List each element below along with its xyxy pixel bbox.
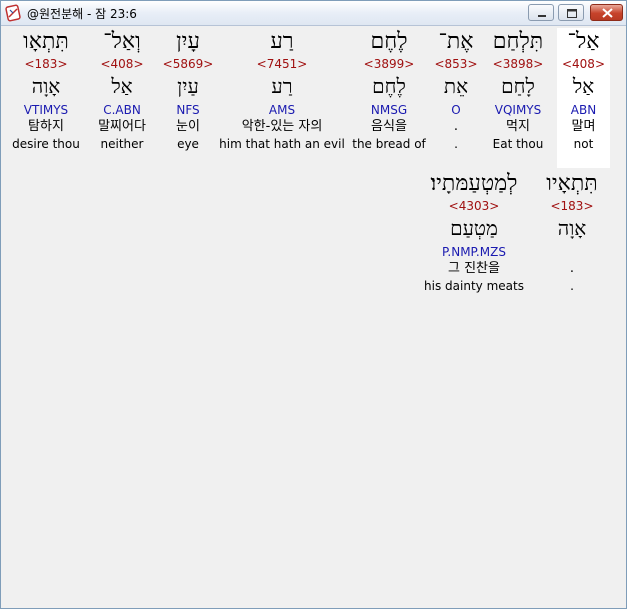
hebrew-word: לְמַטְעַמּתָיו׃ — [430, 171, 518, 196]
hebrew-lemma: אַל — [111, 74, 133, 98]
hebrew-word: עָיִן — [176, 29, 200, 54]
strong-number[interactable]: <7451> — [219, 56, 345, 72]
hebrew-word: תִּלְחַם — [492, 29, 544, 54]
morphology-code: O — [451, 103, 461, 117]
english-gloss: Eat thou — [492, 137, 544, 151]
hebrew-lemma: לָחַם — [501, 74, 535, 98]
hebrew-lemma: אֵת — [443, 74, 469, 98]
interlinear-view: אַל־ <408> אַל ABN 말며 not תִּלְחַם <3898… — [1, 26, 626, 608]
english-gloss: desire thou — [12, 137, 80, 151]
morphology-code: VQIMYS — [494, 103, 542, 117]
korean-gloss: . — [569, 261, 575, 276]
morphology-code: NFS — [176, 103, 200, 117]
korean-gloss: 탐하지 — [28, 119, 64, 134]
english-gloss: neither — [100, 137, 144, 151]
morphology-code: AMS — [268, 103, 296, 117]
strong-number[interactable]: <183> — [11, 56, 81, 72]
hebrew-word: רַע — [270, 29, 294, 54]
morphology-code: NMSG — [370, 103, 408, 117]
word-column[interactable]: תִּתְאָיו <183> אָוָה . . — [537, 170, 607, 294]
word-column[interactable]: לְמַטְעַמּתָיו׃ <4303> מַטְעַם P.NMP.MZS… — [419, 170, 529, 294]
word-column[interactable]: לֶחֶם <3899> לֶחֶם NMSG 음식을 the bread of — [351, 28, 427, 152]
korean-gloss: 눈이 — [176, 119, 200, 134]
korean-gloss: 말며 — [571, 119, 596, 134]
hebrew-lemma: אַל — [572, 74, 595, 98]
english-gloss: . — [570, 279, 574, 293]
word-column[interactable]: אֶת־ <853> אֵת O . . — [431, 28, 481, 152]
strong-number[interactable]: <3899> — [351, 56, 427, 72]
bible-book-icon[interactable] — [4, 4, 22, 22]
english-gloss: his dainty meats — [424, 279, 524, 293]
window-title: @원전분해 - 잠 23:6 — [27, 7, 137, 21]
hebrew-lemma: אָוָה — [557, 216, 587, 240]
hebrew-lemma: אָוָה — [31, 74, 61, 98]
strong-number[interactable]: <183> — [537, 198, 607, 214]
hebrew-lemma: עַיִן — [177, 74, 199, 98]
word-column[interactable]: עָיִן <5869> עַיִן NFS 눈이 eye — [161, 28, 215, 152]
morphology-code — [537, 244, 607, 260]
hebrew-lemma: רַע — [271, 74, 293, 98]
morphology-code: VTIMYS — [23, 103, 69, 117]
minimize-icon — [538, 15, 546, 17]
maximize-icon — [567, 9, 577, 18]
strong-number[interactable]: <408> — [89, 56, 155, 72]
morphology-code: P.NMP.MZS — [442, 245, 506, 259]
hebrew-lemma: לֶחֶם — [372, 74, 406, 98]
strong-number[interactable]: <4303> — [419, 198, 529, 214]
korean-gloss: . — [453, 119, 459, 134]
morphology-code: C.ABN — [103, 103, 141, 117]
english-gloss: him that hath an evil — [219, 137, 345, 151]
close-icon — [602, 8, 613, 18]
morphology-code: ABN — [570, 103, 597, 117]
word-column[interactable]: תִּלְחַם <3898> לָחַם VQIMYS 먹지 Eat thou — [487, 28, 549, 152]
english-gloss: not — [573, 137, 594, 151]
korean-gloss: 말찌어다 — [98, 119, 146, 134]
strong-number[interactable]: <5869> — [161, 56, 215, 72]
word-column[interactable]: תִּתְאָו <183> אָוָה VTIMYS 탐하지 desire t… — [11, 28, 81, 152]
strong-number[interactable]: <853> — [431, 56, 481, 72]
english-gloss: the bread of — [352, 137, 426, 151]
korean-gloss: 악한-있는 자의 — [241, 119, 323, 134]
english-gloss: . — [454, 137, 458, 151]
hebrew-word: אַל־ — [567, 29, 600, 54]
maximize-button[interactable] — [558, 4, 584, 21]
hebrew-word: אֶת־ — [438, 29, 474, 54]
hebrew-word: לֶחֶם — [370, 29, 408, 54]
hebrew-word: תִּתְאָו — [23, 29, 69, 54]
korean-gloss: 먹지 — [506, 119, 530, 134]
korean-gloss: 그 진찬을 — [448, 261, 500, 276]
hebrew-word: וְאַל־ — [103, 29, 141, 54]
hebrew-lemma: מַטְעַם — [450, 216, 498, 240]
title-bar[interactable]: @원전분해 - 잠 23:6 — [1, 1, 626, 26]
word-column[interactable]: אַל־ <408> אַל ABN 말며 not — [557, 28, 610, 168]
minimize-button[interactable] — [528, 4, 554, 21]
english-gloss: eye — [177, 137, 199, 151]
word-column[interactable]: וְאַל־ <408> אַל C.ABN 말찌어다 neither — [89, 28, 155, 152]
strong-number[interactable]: <408> — [557, 56, 610, 72]
word-column[interactable]: רַע <7451> רַע AMS 악한-있는 자의 him that hat… — [219, 28, 345, 152]
app-window: @원전분해 - 잠 23:6 אַל־ <408> אַל ABN 말며 not… — [0, 0, 627, 609]
close-button[interactable] — [590, 4, 623, 21]
korean-gloss: 음식을 — [371, 119, 407, 134]
hebrew-word: תִּתְאָיו — [546, 171, 598, 196]
strong-number[interactable]: <3898> — [487, 56, 549, 72]
